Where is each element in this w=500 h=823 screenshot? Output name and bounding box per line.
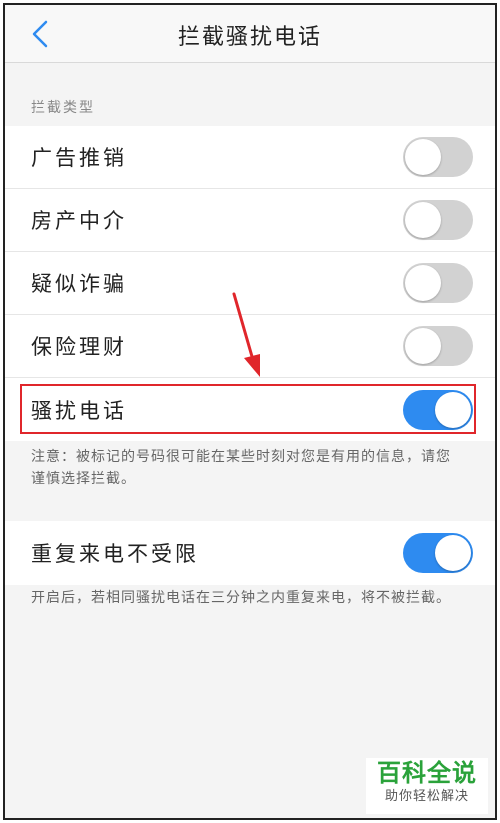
watermark-subtitle: 助你轻松解决 (384, 789, 469, 804)
watermark-title: 百科全说 (377, 759, 477, 787)
highlight-box (20, 384, 476, 434)
watermark-logo: 百科全说 助你轻松解决 (366, 758, 488, 814)
